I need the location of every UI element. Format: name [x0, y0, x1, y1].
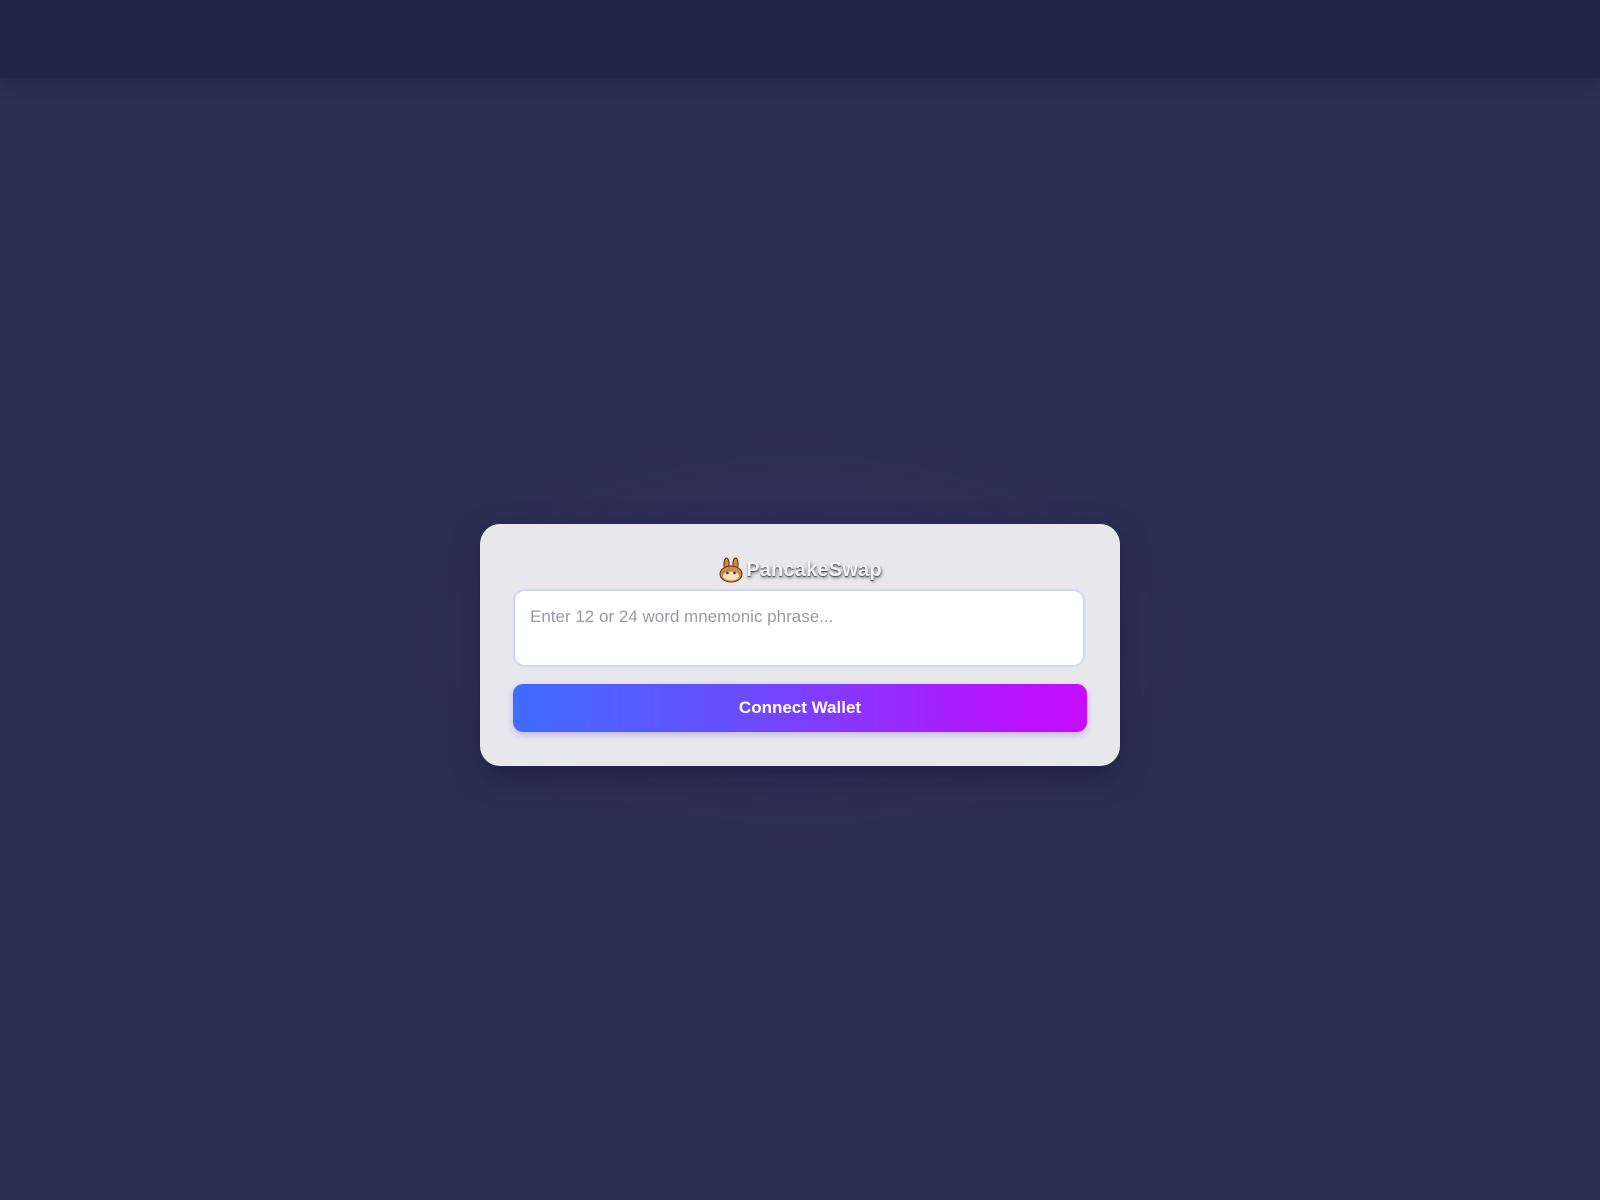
brand-name: PancakeSwap — [746, 558, 882, 581]
connect-wallet-card: PancakeSwap Connect Wallet — [480, 524, 1120, 766]
bunny-icon — [718, 557, 744, 583]
mnemonic-phrase-input[interactable] — [513, 589, 1085, 667]
connect-wallet-button[interactable]: Connect Wallet — [513, 684, 1087, 732]
top-bar — [0, 0, 1600, 78]
brand-logo: PancakeSwap — [480, 556, 1120, 584]
